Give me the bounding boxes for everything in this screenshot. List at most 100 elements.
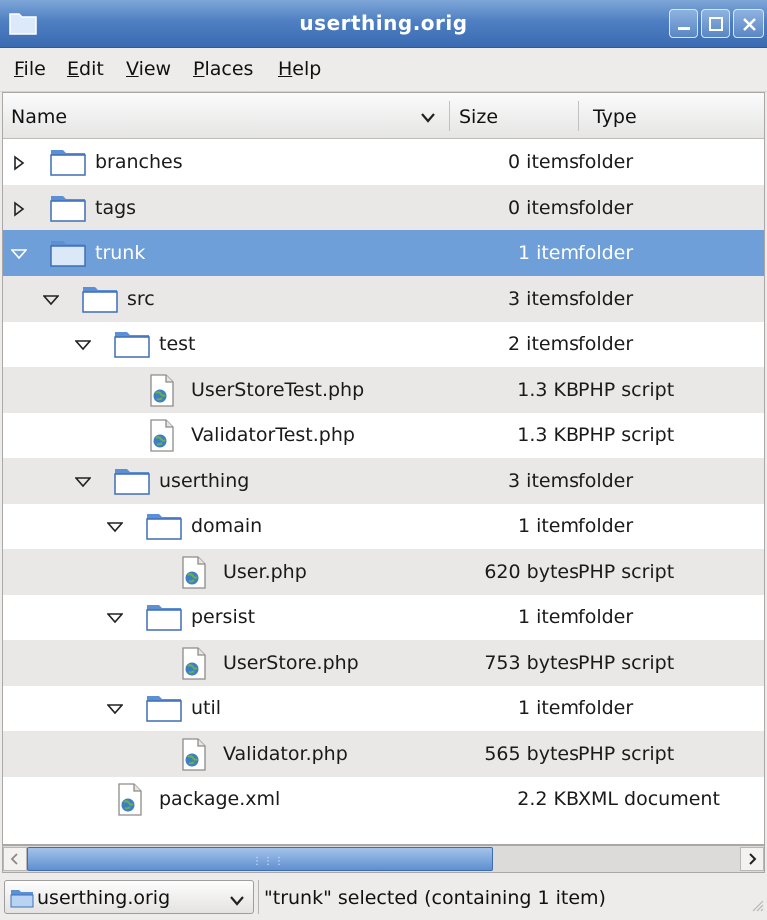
- name-column-header[interactable]: Name: [11, 106, 67, 128]
- size-column-header[interactable]: Size: [459, 106, 498, 128]
- file-type: folder: [578, 606, 634, 628]
- folder-icon: [81, 283, 119, 314]
- tree-row-src[interactable]: src 3 items folder: [3, 275, 764, 322]
- file-type: folder: [578, 196, 634, 219]
- file-name: util: [191, 697, 222, 719]
- tree-row-util[interactable]: util 1 item folder: [3, 685, 764, 731]
- folder-icon: [49, 192, 87, 223]
- folder-icon: [49, 237, 87, 268]
- scrollbar-thumb[interactable]: ⋮⋮⋮: [27, 847, 493, 871]
- file-manager-window: userthing.orig File Edit View Places Hel…: [0, 0, 767, 920]
- file-type: PHP script: [578, 651, 675, 674]
- file-size: 3 items: [508, 287, 579, 310]
- file-type: PHP script: [578, 424, 675, 446]
- collapse-arrow-icon[interactable]: [106, 609, 124, 625]
- file-type: PHP script: [578, 378, 675, 401]
- file-size: 3 items: [508, 469, 579, 492]
- expand-arrow-icon[interactable]: [11, 154, 27, 171]
- file-size: 0 items: [508, 196, 579, 219]
- file-size: 2 items: [508, 333, 579, 355]
- tree-row-tags[interactable]: tags 0 items folder: [3, 184, 764, 231]
- file-size: 1.3 KB: [517, 424, 579, 446]
- title-bar[interactable]: userthing.orig: [0, 0, 767, 48]
- folder-icon: [49, 146, 87, 177]
- file-type: folder: [578, 469, 634, 492]
- status-message: "trunk" selected (containing 1 item): [264, 887, 606, 909]
- menu-help[interactable]: Help: [278, 58, 321, 80]
- resize-grip-icon[interactable]: [750, 895, 764, 917]
- collapse-arrow-icon[interactable]: [74, 473, 92, 489]
- tree-row-validatortest-php[interactable]: ValidatorTest.php 1.3 KB PHP script: [3, 412, 764, 458]
- folder-icon: [113, 328, 151, 359]
- tree-row-trunk[interactable]: trunk 1 item folder: [3, 230, 764, 276]
- file-name: branches: [95, 151, 183, 173]
- php-file-icon: [181, 737, 207, 771]
- file-name: User.php: [223, 560, 307, 583]
- file-size: 1 item: [517, 242, 579, 264]
- menu-file[interactable]: File: [14, 58, 46, 80]
- scrollbar-grip-icon: ⋮⋮⋮: [252, 856, 285, 867]
- file-tree-list[interactable]: Name Size Type branches 0 items folder tags…: [2, 92, 765, 845]
- file-size: 753 bytes: [484, 651, 579, 674]
- file-name: package.xml: [159, 788, 281, 810]
- collapse-arrow-icon[interactable]: [106, 518, 124, 534]
- location-label: userthing.orig: [37, 887, 171, 909]
- location-dropdown[interactable]: userthing.orig: [4, 880, 254, 914]
- close-button[interactable]: [733, 9, 764, 38]
- file-name: tags: [95, 196, 137, 219]
- file-name: src: [127, 287, 155, 310]
- file-name: userthing: [159, 469, 250, 492]
- maximize-button[interactable]: [701, 9, 730, 38]
- menu-places[interactable]: Places: [193, 58, 253, 80]
- location-folder-icon: [10, 887, 34, 913]
- scroll-left-button[interactable]: [3, 847, 27, 871]
- expand-arrow-icon[interactable]: [11, 200, 27, 217]
- xml-file-icon: [117, 783, 143, 816]
- collapse-arrow-icon[interactable]: [42, 291, 60, 307]
- tree-row-test[interactable]: test 2 items folder: [3, 321, 764, 367]
- tree-row-persist[interactable]: persist 1 item folder: [3, 594, 764, 640]
- menu-view[interactable]: View: [126, 58, 171, 80]
- file-size: 1 item: [517, 515, 579, 537]
- tree-row-userstoretest-php[interactable]: UserStoreTest.php 1.3 KB PHP script: [3, 366, 764, 413]
- menu-bar: File Edit View Places Help: [0, 48, 767, 92]
- collapse-arrow-icon[interactable]: [10, 245, 28, 261]
- tree-row-domain[interactable]: domain 1 item folder: [3, 503, 764, 549]
- type-column-header[interactable]: Type: [593, 106, 637, 128]
- tree-row-validator-php[interactable]: Validator.php 565 bytes PHP script: [3, 730, 764, 777]
- php-file-icon: [181, 646, 207, 680]
- collapse-arrow-icon[interactable]: [74, 336, 92, 352]
- sort-descending-icon[interactable]: [420, 108, 436, 130]
- file-type: folder: [578, 697, 634, 719]
- file-name: UserStore.php: [223, 651, 359, 674]
- window-title: userthing.orig: [299, 11, 468, 35]
- collapse-arrow-icon[interactable]: [106, 700, 124, 716]
- file-size: 2.2 KB: [517, 788, 579, 810]
- file-type: folder: [578, 242, 634, 264]
- tree-row-user-php[interactable]: User.php 620 bytes PHP script: [3, 548, 764, 595]
- menu-edit[interactable]: Edit: [67, 58, 104, 80]
- minimize-button[interactable]: [669, 9, 698, 38]
- file-type: XML document: [578, 788, 720, 810]
- folder-icon: [145, 692, 183, 723]
- file-size: 565 bytes: [484, 742, 579, 765]
- tree-row-userthing[interactable]: userthing 3 items folder: [3, 457, 764, 504]
- column-divider[interactable]: [578, 101, 579, 131]
- tree-row-package-xml[interactable]: package.xml 2.2 KB XML document: [3, 776, 764, 822]
- file-name: persist: [191, 606, 256, 628]
- tree-row-branches[interactable]: branches 0 items folder: [3, 139, 764, 185]
- scroll-right-button[interactable]: [740, 847, 764, 871]
- tree-row-userstore-php[interactable]: UserStore.php 753 bytes PHP script: [3, 639, 764, 686]
- file-size: 1.3 KB: [517, 378, 579, 401]
- folder-icon: [145, 510, 183, 541]
- file-type: folder: [578, 151, 634, 173]
- status-bar: userthing.orig "trunk" selected (contain…: [0, 874, 767, 920]
- file-name: test: [159, 333, 196, 355]
- column-divider[interactable]: [449, 101, 450, 131]
- horizontal-scrollbar[interactable]: ⋮⋮⋮: [2, 845, 765, 873]
- file-type: folder: [578, 333, 634, 355]
- php-file-icon: [181, 555, 207, 589]
- file-name: domain: [191, 515, 263, 537]
- folder-icon: [145, 601, 183, 632]
- column-header: Name Size Type: [3, 93, 764, 139]
